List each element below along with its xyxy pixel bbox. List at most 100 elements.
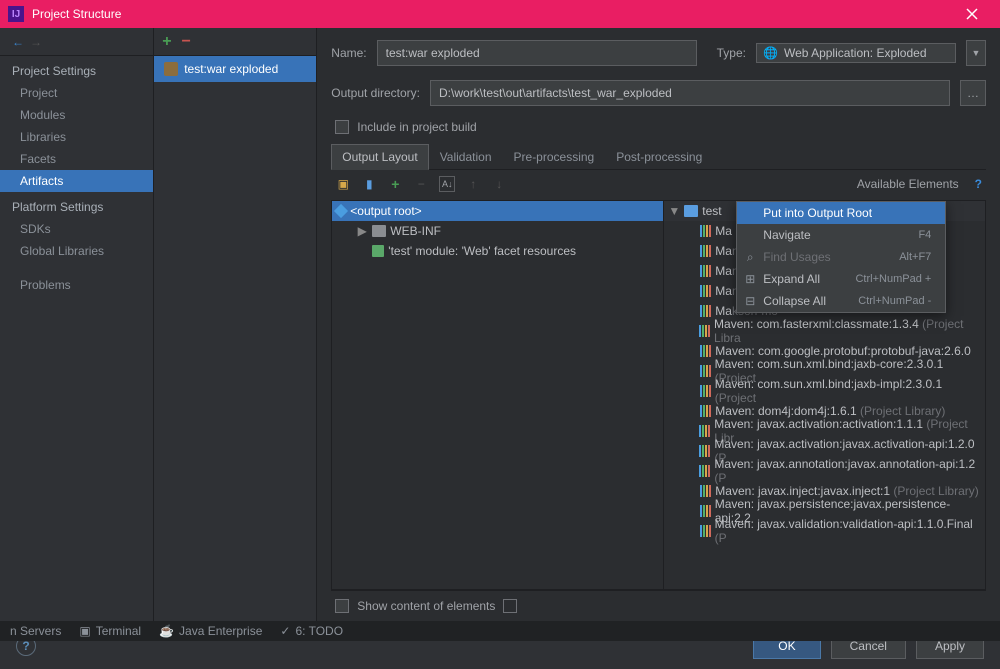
tree-row[interactable]: 'test' module: 'Web' facet resources — [332, 241, 663, 261]
status-bar: n Servers ▣ Terminal ☕ Java Enterprise ✓… — [0, 621, 1000, 641]
status-seg[interactable]: ✓ 6: TODO — [280, 624, 343, 638]
library-icon — [700, 405, 711, 417]
library-icon — [699, 425, 710, 437]
status-seg[interactable]: n Servers — [10, 624, 61, 638]
include-build-label: Include in project build — [357, 120, 476, 134]
up-arrow-icon[interactable]: ↑ — [465, 176, 481, 192]
context-menu-item: ⌕ Find Usages Alt+F7 — [737, 246, 945, 268]
content-type-icon[interactable] — [503, 599, 517, 613]
library-icon — [700, 365, 711, 377]
library-label: Maven: dom4j:dom4j:1.6.1 (Project Librar… — [715, 404, 945, 418]
menu-shortcut: Alt+F7 — [899, 251, 931, 263]
name-input[interactable] — [377, 40, 697, 66]
tree-row[interactable]: ▶ WEB-INF — [332, 221, 663, 241]
down-arrow-icon[interactable]: ↓ — [491, 176, 507, 192]
sidebar-item-project[interactable]: Project — [0, 82, 153, 104]
library-label: Maven: javax.validation:validation-api:1… — [715, 517, 981, 545]
artifact-list: + − test:war exploded — [154, 28, 317, 621]
context-menu-item[interactable]: Put into Output Root — [737, 202, 945, 224]
sidebar-item-artifacts[interactable]: Artifacts — [0, 170, 153, 192]
browse-button[interactable]: … — [960, 80, 986, 106]
library-row[interactable]: Maven: com.sun.xml.bind:jaxb-impl:2.3.0.… — [664, 381, 985, 401]
chevron-icon: ▶ — [356, 224, 368, 238]
library-icon — [700, 385, 711, 397]
new-folder-icon[interactable]: ▣ — [335, 176, 351, 192]
library-label: Maven: com.sun.xml.bind:jaxb-impl:2.3.0.… — [715, 377, 981, 405]
add-icon[interactable]: + — [387, 176, 403, 192]
new-archive-icon[interactable]: ▮ — [361, 176, 377, 192]
help-icon[interactable]: ? — [975, 177, 982, 191]
remove-artifact-icon[interactable]: − — [182, 33, 191, 51]
library-label: Ma — [715, 224, 732, 238]
tree-label: WEB-INF — [390, 224, 441, 238]
menu-shortcut: F4 — [918, 229, 931, 241]
library-label: Maven: javax.inject:javax.inject:1 (Proj… — [715, 484, 978, 498]
status-seg[interactable]: ▣ Terminal — [79, 624, 141, 638]
tree-label: 'test' module: 'Web' facet resources — [388, 244, 576, 258]
close-button[interactable] — [952, 0, 992, 28]
status-seg[interactable]: ☕ Java Enterprise — [159, 624, 262, 638]
include-build-checkbox[interactable]: Include in project build — [331, 120, 986, 134]
output-root-label: <output root> — [350, 204, 421, 218]
forward-arrow-icon[interactable]: → — [30, 35, 42, 49]
chevron-down-icon: ▼ — [668, 204, 680, 218]
add-artifact-icon[interactable]: + — [162, 33, 171, 51]
type-dropdown-button[interactable]: ▼ — [966, 40, 986, 66]
name-label: Name: — [331, 46, 366, 60]
main-panel: Name: Type: 🌐 Web Application: Exploded … — [317, 28, 1000, 621]
context-menu-item[interactable]: Navigate F4 — [737, 224, 945, 246]
output-root-node[interactable]: <output root> — [332, 201, 663, 221]
context-menu-item[interactable]: ⊞Expand AllCtrl+NumPad + — [737, 268, 945, 290]
section-project-settings: Project Settings — [0, 56, 153, 82]
artifact-entry-label: test:war exploded — [184, 62, 278, 76]
library-icon — [700, 485, 711, 497]
menu-label: Navigate — [763, 228, 810, 242]
output-root-tree[interactable]: <output root> ▶ WEB-INF 'test' module: 'We… — [331, 200, 663, 590]
tab-validation[interactable]: Validation — [429, 144, 503, 169]
menu-label: Collapse All — [763, 294, 826, 308]
library-row[interactable]: Maven: javax.annotation:javax.annotation… — [664, 461, 985, 481]
library-icon — [700, 505, 711, 517]
show-content-checkbox[interactable] — [335, 599, 349, 613]
settings-sidebar: ← → Project Settings Project Modules Lib… — [0, 28, 154, 621]
available-elements-tree[interactable]: ▼ test MaMan-annotaMan-core:2.Man-databi… — [663, 200, 986, 590]
tab-pre-processing[interactable]: Pre-processing — [503, 144, 606, 169]
library-icon — [699, 445, 710, 457]
library-row[interactable]: Maven: javax.validation:validation-api:1… — [664, 521, 985, 541]
output-dir-label: Output directory: — [331, 86, 420, 100]
sidebar-item-sdks[interactable]: SDKs — [0, 218, 153, 240]
context-menu: Put into Output Root Navigate F4 ⌕ Find Usag… — [736, 201, 946, 313]
library-label: Maven: com.fasterxml:classmate:1.3.4 (Pr… — [714, 317, 981, 345]
library-label: Maven: com.google.protobuf:protobuf-java… — [715, 344, 971, 358]
nav-history: ← → — [0, 28, 153, 56]
sidebar-item-global-libraries[interactable]: Global Libraries — [0, 240, 153, 262]
library-icon — [700, 245, 711, 257]
sort-icon[interactable]: A↓ — [439, 176, 455, 192]
menu-label: Find Usages — [763, 250, 830, 264]
sidebar-item-problems[interactable]: Problems — [0, 274, 153, 296]
library-icon — [700, 265, 711, 277]
remove-icon[interactable]: − — [413, 176, 429, 192]
library-icon — [700, 285, 711, 297]
ellipsis-icon: … — [967, 86, 979, 100]
artifact-entry[interactable]: test:war exploded — [154, 56, 316, 82]
sidebar-item-facets[interactable]: Facets — [0, 148, 153, 170]
tab-output-layout[interactable]: Output Layout — [331, 144, 428, 170]
context-menu-item[interactable]: ⊟Collapse AllCtrl+NumPad - — [737, 290, 945, 312]
expand-icon: ⊞ — [743, 272, 757, 286]
chevron-down-icon: ▼ — [972, 48, 981, 58]
menu-shortcut: Ctrl+NumPad + — [855, 273, 931, 285]
type-value: Web Application: Exploded — [784, 46, 927, 60]
back-arrow-icon[interactable]: ← — [12, 35, 24, 49]
output-dir-input[interactable] — [430, 80, 950, 106]
bottom-options: Show content of elements — [331, 590, 986, 621]
tab-post-processing[interactable]: Post-processing — [605, 144, 713, 169]
section-platform-settings: Platform Settings — [0, 192, 153, 218]
checkbox-icon — [335, 120, 349, 134]
search-icon: ⌕ — [743, 250, 757, 264]
library-row[interactable]: Maven: com.fasterxml:classmate:1.3.4 (Pr… — [664, 321, 985, 341]
folder-icon — [372, 225, 386, 237]
sidebar-item-libraries[interactable]: Libraries — [0, 126, 153, 148]
menu-label: Put into Output Root — [763, 206, 872, 220]
sidebar-item-modules[interactable]: Modules — [0, 104, 153, 126]
